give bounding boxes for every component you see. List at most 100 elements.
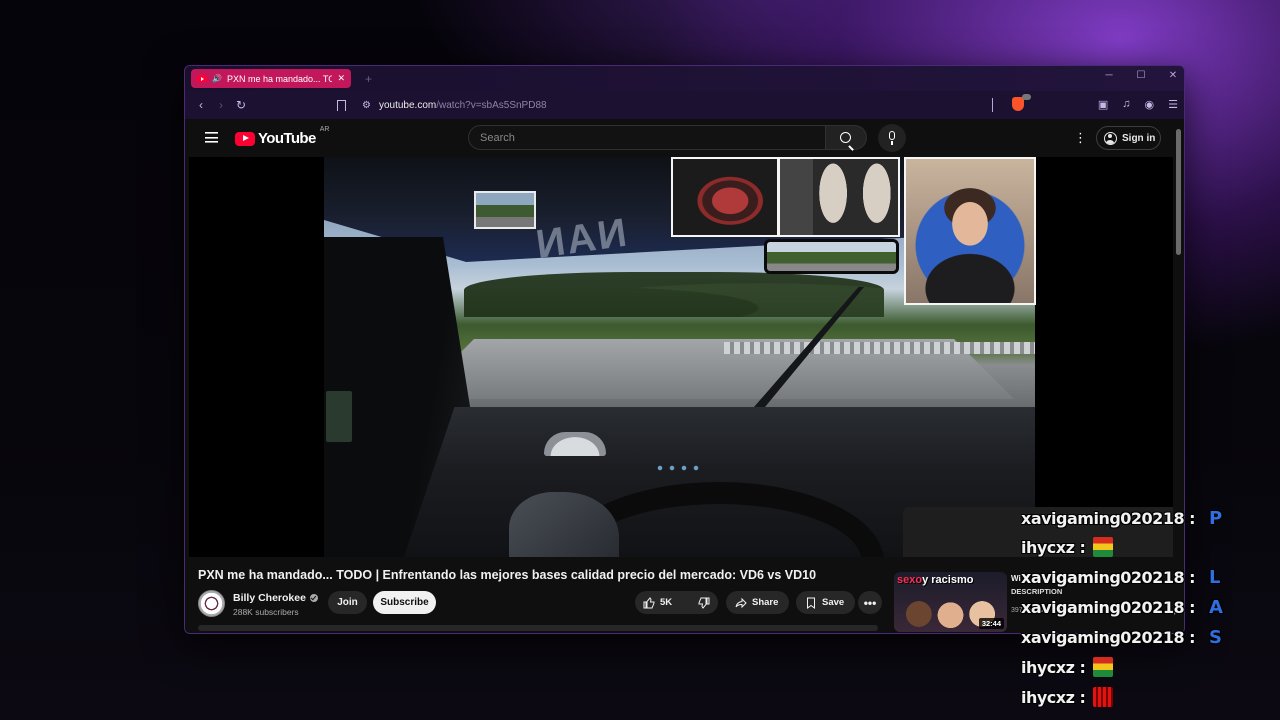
chat-username: ihycxz : <box>1021 537 1086 557</box>
flag-emote-icon <box>1093 657 1114 677</box>
channel-avatar[interactable] <box>198 590 225 617</box>
chat-message-text: L <box>1209 566 1221 588</box>
new-tab-button[interactable]: + <box>365 72 372 86</box>
tab-close-icon[interactable]: ✕ <box>337 73 345 84</box>
recommended-title[interactable]: Wi <box>1011 574 1021 583</box>
thumbnail-text-a: sexo <box>897 574 923 586</box>
reader-icon[interactable]: ◉ <box>1145 98 1155 111</box>
save-label: Save <box>822 597 845 608</box>
youtube-logo-text: YouTube <box>258 130 316 147</box>
chat-message-text: P <box>1209 507 1222 529</box>
scene-trees <box>464 272 884 317</box>
site-info-icon[interactable]: ⚙ <box>362 100 371 111</box>
chat-username: ihycxz : <box>1021 687 1086 707</box>
dislike-button[interactable] <box>690 591 718 614</box>
sign-in-button[interactable]: Sign in <box>1096 126 1161 150</box>
reload-icon[interactable]: ↻ <box>231 98 251 112</box>
media-icon[interactable]: ♫ <box>1122 98 1130 110</box>
join-button[interactable]: Join <box>328 591 367 614</box>
search-button[interactable] <box>826 125 867 150</box>
channel-name-text: Billy Cherokee <box>233 592 306 604</box>
tab-title: PXN me ha mandado... TODO | Enfrentando … <box>226 73 332 84</box>
chat-username: xavigaming020218 : <box>1021 508 1196 528</box>
chat-message-text: S <box>1209 626 1222 648</box>
youtube-favicon-icon <box>197 75 207 82</box>
chat-message: ihycxz : <box>1021 653 1114 681</box>
video-title: PXN me ha mandado... TODO | Enfrentando … <box>198 568 817 582</box>
red-emote-icon <box>1093 687 1114 707</box>
close-window-button[interactable]: ✕ <box>1168 70 1178 81</box>
hamburger-menu-icon[interactable] <box>205 132 218 143</box>
chat-username: xavigaming020218 : <box>1021 597 1196 617</box>
chat-message: xavigaming020218 : S <box>1021 623 1222 651</box>
recommended-video-thumbnail[interactable]: sexoy racismo 32:44 <box>894 572 1007 632</box>
chat-message: ihycxz : <box>1021 683 1114 711</box>
save-button[interactable]: Save <box>796 591 855 614</box>
video-duration: 32:44 <box>978 618 1004 629</box>
overlay-hands-cam <box>671 157 779 237</box>
overlay-rear-mirror <box>764 239 899 274</box>
url-path: /watch?v=sbAs5SnPD88 <box>436 99 547 111</box>
page-scrollbar[interactable] <box>1176 129 1181 255</box>
region-code: AR <box>319 126 330 133</box>
chat-message: xavigaming020218 : L <box>1021 563 1221 591</box>
verified-badge-icon <box>309 594 318 602</box>
chat-message: ihycxz : <box>1021 533 1114 561</box>
back-icon[interactable]: ‹ <box>191 98 211 112</box>
youtube-header: YouTube AR ⋮ Sign in <box>185 119 1184 157</box>
tab-youtube[interactable]: 🔊 PXN me ha mandado... TODO | Enfrentand… <box>191 69 351 88</box>
menu-icon[interactable]: ☰ <box>1168 98 1178 111</box>
address-divider <box>992 98 993 112</box>
scene-barrier <box>724 342 1035 354</box>
stream-chat-overlay: xavigaming020218 : P ihycxz : xavigaming… <box>1021 506 1280 720</box>
more-actions-button[interactable]: ••• <box>858 591 882 614</box>
youtube-play-icon <box>235 131 255 146</box>
overlay-track-view <box>474 191 536 229</box>
minimize-button[interactable]: ─ <box>1104 70 1114 81</box>
chat-username: ihycxz : <box>1021 657 1086 677</box>
chat-message-text: A <box>1209 596 1223 618</box>
share-arrow-icon <box>735 597 747 608</box>
youtube-logo[interactable]: YouTube AR <box>235 126 329 147</box>
like-dislike-group: 5K <box>635 591 718 614</box>
sidebar-icon[interactable]: ▣ <box>1098 98 1108 111</box>
microphone-stem <box>891 141 893 145</box>
chat-message: xavigaming020218 : A <box>1021 593 1223 621</box>
search-input[interactable] <box>468 125 826 150</box>
maximize-button[interactable]: ☐ <box>1136 70 1146 81</box>
thumbnail-text: sexoy racismo <box>897 574 973 586</box>
voice-search-button[interactable] <box>878 124 906 152</box>
thumbnail-text-b: y racismo <box>922 574 974 586</box>
chat-message: xavigaming020218 : P <box>1021 506 1222 532</box>
speaker-icon[interactable]: 🔊 <box>212 74 222 83</box>
like-button[interactable]: 5K <box>635 591 680 614</box>
toolbar-right: ▣ ♫ ◉ ☰ <box>1011 94 1178 111</box>
settings-kebab-icon[interactable]: ⋮ <box>1074 131 1087 144</box>
user-circle-icon <box>1104 131 1117 145</box>
chat-username: xavigaming020218 : <box>1021 627 1196 647</box>
subscribe-button[interactable]: Subscribe <box>373 591 436 614</box>
description-box-edge <box>198 625 878 631</box>
share-label: Share <box>752 597 779 608</box>
window-controls: ─ ☐ ✕ <box>1104 70 1178 81</box>
sign-in-label: Sign in <box>1122 132 1156 144</box>
thumbs-down-icon <box>698 597 710 609</box>
subscriber-count: 288K subscribers <box>233 607 299 617</box>
scene-side-mirror <box>324 389 354 444</box>
channel-name[interactable]: Billy Cherokee <box>233 592 318 604</box>
share-button[interactable]: Share <box>726 591 789 614</box>
tab-bar: 🔊 PXN me ha mandado... TODO | Enfrentand… <box>185 66 1184 91</box>
search-icon <box>840 132 851 143</box>
thumbs-up-icon <box>643 596 655 608</box>
scene-gauge <box>544 432 606 456</box>
save-bookmark-icon <box>807 597 815 609</box>
url-domain: youtube.com <box>378 99 437 111</box>
bookmark-icon[interactable] <box>337 99 346 114</box>
video-player[interactable]: NAN <box>189 157 1173 557</box>
url-field[interactable]: youtube.com/watch?v=sbAs5SnPD88 <box>379 100 547 111</box>
brave-shield-icon[interactable] <box>1011 94 1031 111</box>
forward-icon[interactable]: › <box>211 98 231 112</box>
chat-username: xavigaming020218 : <box>1021 567 1196 587</box>
microphone-icon <box>889 131 895 140</box>
address-bar: ‹ › ↻ ⚙ youtube.com/watch?v=sbAs5SnPD88 … <box>185 91 1184 119</box>
